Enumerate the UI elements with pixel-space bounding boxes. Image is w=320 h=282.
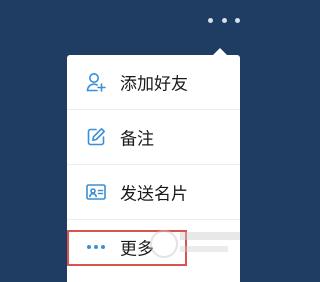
menu-item-label: 添加好友 xyxy=(120,74,188,95)
add-friend-icon xyxy=(84,70,108,94)
menu-item-label: 备注 xyxy=(120,129,154,150)
menu-item-send-card[interactable]: 发送名片 xyxy=(67,165,240,219)
menu-item-label: 更多 xyxy=(120,239,154,260)
dot xyxy=(235,17,240,23)
more-horizontal-icon xyxy=(84,235,108,259)
popup-menu: 添加好友 备注 发送名片 更多 xyxy=(67,48,240,282)
dot xyxy=(208,17,213,23)
menu-pointer-arrow xyxy=(213,48,227,55)
dot xyxy=(221,17,227,23)
menu-item-remark[interactable]: 备注 xyxy=(67,110,240,164)
more-options-button[interactable] xyxy=(208,10,240,30)
menu-item-label: 发送名片 xyxy=(120,184,188,205)
menu-item-more[interactable]: 更多 xyxy=(67,220,240,274)
edit-icon xyxy=(84,125,108,149)
menu-item-add-friend[interactable]: 添加好友 xyxy=(67,55,240,109)
contact-card-icon xyxy=(84,180,108,204)
